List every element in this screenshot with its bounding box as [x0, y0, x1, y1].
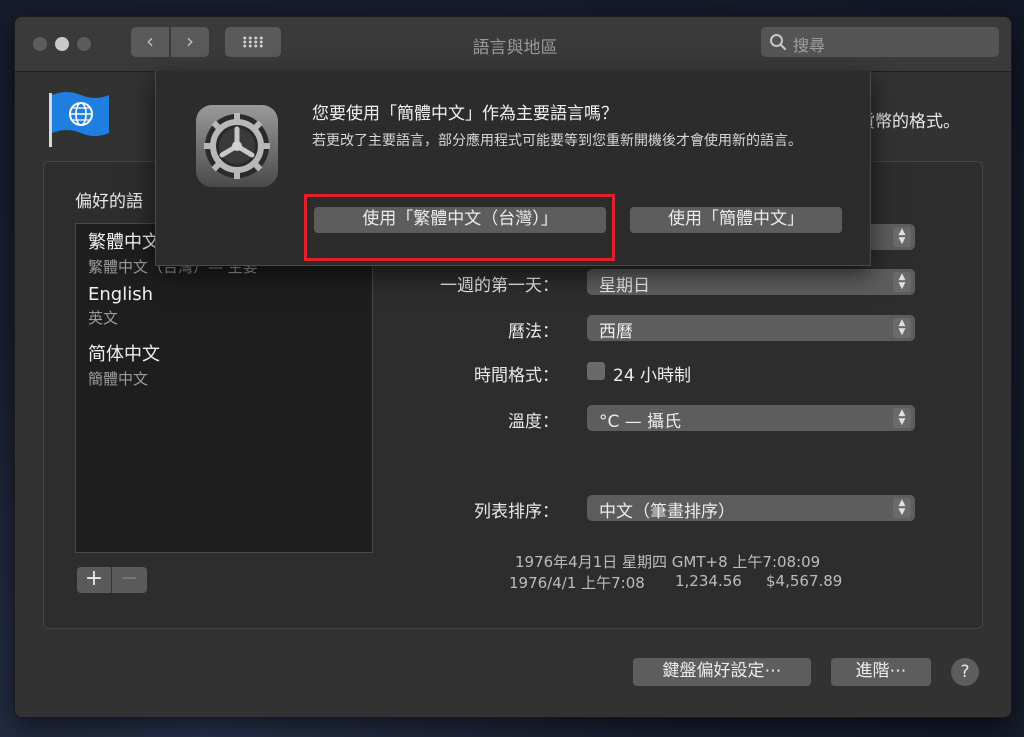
preferred-languages-label: 偏好的語 — [75, 192, 143, 212]
search-icon — [770, 34, 787, 51]
grid-icon — [242, 36, 264, 48]
first-day-value: 星期日 — [599, 276, 650, 296]
minimize-traffic-light[interactable] — [55, 37, 69, 51]
use-simplified-chinese-button[interactable]: 使用「簡體中文」 — [630, 207, 842, 233]
help-button[interactable]: ? — [951, 658, 979, 686]
lang-sub: 英文 — [88, 309, 119, 327]
list-item[interactable]: English 英文 — [88, 284, 153, 328]
back-button[interactable]: ‹ — [131, 27, 169, 57]
sample-date-short: 1976/4/1 上午7:08 — [509, 574, 645, 592]
lang-name: 简体中文 — [88, 344, 160, 365]
dialog-message: 若更改了主要語言，部分應用程式可能要等到您重新開機後才會使用新的語言。 — [312, 133, 802, 149]
calendar-select[interactable]: 西曆 ▲ ▼ — [587, 315, 915, 342]
sample-date-long: 1976年4月1日 星期四 GMT+8 上午7:08:09 — [515, 553, 821, 571]
close-traffic-light[interactable] — [33, 37, 47, 51]
chevron-updown-icon: ▲ ▼ — [893, 408, 911, 428]
search-placeholder: 搜尋 — [793, 36, 826, 55]
temperature-select[interactable]: °C — 攝氏 ▲ ▼ — [587, 405, 915, 432]
list-sort-value: 中文（筆畫排序） — [599, 502, 735, 522]
first-day-label: 一週的第一天： — [440, 276, 559, 296]
list-sort-label: 列表排序： — [474, 502, 559, 522]
time-format-label: 時間格式： — [474, 366, 559, 386]
lang-name: English — [88, 284, 153, 305]
add-remove-control: + − — [77, 567, 147, 593]
first-day-select[interactable]: 星期日 ▲ ▼ — [587, 269, 915, 296]
dialog-title: 您要使用「簡體中文」作為主要語言嗎？ — [312, 104, 618, 124]
show-all-button[interactable] — [225, 27, 281, 57]
add-language-button[interactable]: + — [77, 567, 112, 593]
chevron-updown-icon: ▲ ▼ — [893, 318, 911, 338]
temperature-value: °C — 攝氏 — [599, 412, 682, 432]
preferred-languages-list[interactable]: 繁體中文 繁體中文（台灣）— 主要 English 英文 简体中文 簡體中文 — [75, 223, 373, 553]
calendar-label: 曆法： — [508, 322, 559, 342]
list-item[interactable]: 简体中文 簡體中文 — [88, 340, 160, 389]
remove-language-button[interactable]: − — [112, 567, 147, 593]
flag-globe-icon — [49, 92, 109, 147]
highlight-box — [304, 194, 615, 261]
zoom-traffic-light[interactable] — [77, 37, 91, 51]
24-hour-checkbox[interactable] — [587, 362, 605, 380]
list-sort-select[interactable]: 中文（筆畫排序） ▲ ▼ — [587, 495, 915, 522]
chevron-updown-icon: ▲ ▼ — [893, 227, 911, 247]
titlebar: ‹ › 語言與地區 搜尋 — [15, 17, 1011, 72]
temperature-label: 溫度： — [508, 412, 559, 432]
search-field[interactable]: 搜尋 — [761, 27, 999, 57]
keyboard-preferences-button[interactable]: 鍵盤偏好設定⋯ — [633, 658, 811, 686]
chevron-updown-icon: ▲ ▼ — [893, 272, 911, 292]
forward-button[interactable]: › — [171, 27, 209, 57]
window-title: 語言與地區 — [472, 38, 558, 58]
header-hint: 貨幣的格式。 — [858, 112, 960, 132]
sample-number: 1,234.56 — [675, 572, 742, 590]
advanced-button[interactable]: 進階⋯ — [831, 658, 931, 686]
preferences-window: ‹ › 語言與地區 搜尋 貨幣的格式。 偏好的語 繁體中文 繁體中文（台灣）— … — [14, 16, 1012, 718]
chevron-updown-icon: ▲ ▼ — [893, 498, 911, 518]
calendar-value: 西曆 — [599, 322, 633, 342]
lang-sub: 簡體中文 — [88, 370, 149, 388]
gear-icon — [196, 105, 278, 187]
sample-currency: $4,567.89 — [766, 572, 843, 590]
24-hour-label[interactable]: 24 小時制 — [613, 361, 691, 386]
